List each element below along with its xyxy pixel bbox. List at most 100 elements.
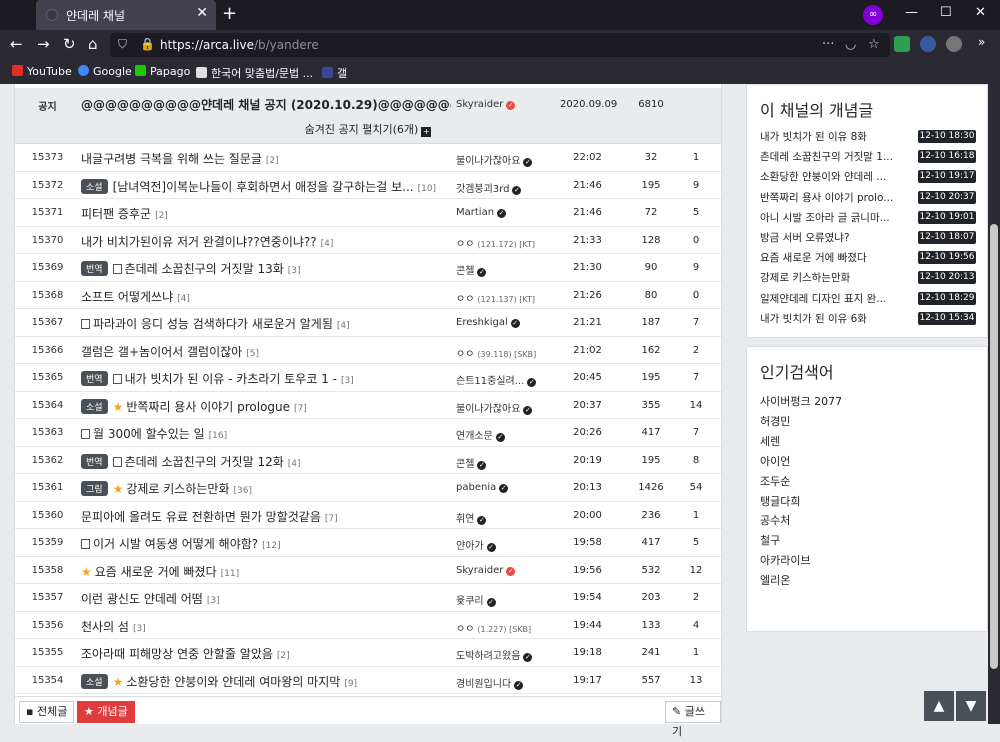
post-title-cell[interactable]: 소프트 어떻게쓰냐 [4] (81, 288, 451, 305)
post-title[interactable]: 이런 광신도 얀데레 어떰 (81, 592, 203, 606)
post-title[interactable]: [남녀역전]이복눈나들이 후회하면서 애정을 갈구하는걸 보... (113, 180, 414, 194)
post-title-cell[interactable]: 번역 츤데레 소꿉친구의 거짓말 12화 [4] (81, 453, 451, 470)
author-name[interactable]: Skyraider (456, 565, 503, 576)
notice-title[interactable]: @@@@@@@@@@얀데레 채널 공지 (2020.10.29)@@@@@@@@… (81, 96, 451, 113)
hot-post-item[interactable]: 일제얀데레 디자인 표지 완... 12-10 18:29 (760, 291, 976, 309)
post-title-cell[interactable]: 내글구려병 극복을 위해 쓰는 질문글 [2] (81, 150, 451, 167)
keyword-item[interactable]: 탱글다희 (760, 493, 800, 509)
keyword-item[interactable]: 허경민 (760, 413, 790, 429)
post-title-cell[interactable]: 조아라때 피해망상 연중 안할줄 알았음 [2] (81, 645, 451, 662)
post-title-cell[interactable]: 소설 ★ 반쪽짜리 용사 이야기 prologue [7] (81, 398, 451, 415)
post-title-cell[interactable]: 갤럼은 갤+놈이어서 갤럼이잖아 [5] (81, 343, 451, 360)
overflow-menu-icon[interactable]: » (978, 35, 985, 49)
keyword-item[interactable]: 사이버펑크 2077 (760, 393, 842, 409)
post-title-cell[interactable]: 피터팬 증후군 [2] (81, 205, 451, 222)
lock-icon[interactable]: 🔒 (140, 37, 155, 51)
back-icon[interactable]: ← (10, 35, 23, 53)
close-window-icon[interactable]: ✕ (975, 5, 986, 20)
hot-post-item[interactable]: 아니 시발 조아라 글 긁니마... 12-10 19:01 (760, 210, 976, 228)
post-title[interactable]: 문피아에 올려도 유료 전환하면 뭔가 망할것같음 (81, 510, 321, 524)
post-title-cell[interactable]: 내가 비치가된이유 저거 완결이냐??연중이냐?? [4] (81, 233, 451, 250)
post-title[interactable]: 내가 빗치가 된 이유 - 카츠라기 토우코 1 - (125, 372, 337, 386)
author-name[interactable]: 도박하려고왔음 (456, 651, 520, 662)
table-row[interactable]: 15372 소설 [남녀역전]이복눈나들이 후회하면서 애정을 갈구하는걸 보...… (15, 172, 721, 199)
scrollbar-thumb[interactable] (990, 224, 998, 669)
author-name[interactable]: ㅇㅇ (456, 239, 474, 250)
table-row[interactable]: 15363 월 300에 할수있는 일 [16] 연개소문 ✓ 20:26 417 7 (15, 419, 721, 447)
table-row[interactable]: 15361 그림 ★ 강제로 키스하는만화 [36] pabenia ✓ 20:13 1426 5… (15, 474, 721, 502)
author-name[interactable]: 불이나가잖아요 (456, 404, 520, 415)
author-name[interactable]: 연개소문 (456, 431, 493, 442)
hot-post-item[interactable]: 요즘 새로운 거에 빠졌다 12-10 19:56 (760, 250, 976, 268)
hot-post-item[interactable]: 소환당한 얀붕이와 얀데레 ... 12-10 19:17 (760, 169, 976, 187)
author-name[interactable]: 슨트11중실려... (456, 376, 524, 387)
maximize-icon[interactable]: ☐ (940, 5, 952, 20)
new-tab-icon[interactable]: + (222, 3, 237, 24)
author-name[interactable]: ㅇㅇ (456, 624, 474, 635)
more-actions-icon[interactable]: ··· (822, 37, 834, 52)
table-row[interactable]: 15370 내가 비치가된이유 저거 완결이냐??연중이냐?? [4] ㅇㅇ (121.… (15, 227, 721, 254)
table-row[interactable]: 15364 소설 ★ 반쪽짜리 용사 이야기 prologue [7] 불이나가잖아요 ✓ 2… (15, 392, 721, 419)
author-name[interactable]: 갓겜붕괴3rd (456, 184, 509, 195)
table-row[interactable]: 15366 갤럼은 갤+놈이어서 갤럼이잖아 [5] ㅇㅇ (39.118) [SKB]… (15, 337, 721, 364)
author-name[interactable]: Martian (456, 207, 494, 218)
home-icon[interactable]: ⌂ (88, 35, 98, 53)
table-row[interactable]: 15356 천사의 섬 [3] ㅇㅇ (1.227) [SKB] 19:44 133 4 (15, 612, 721, 639)
post-title-cell[interactable]: 이런 광신도 얀데레 어떰 [3] (81, 590, 451, 607)
best-posts-button[interactable]: ★ 개념글 (77, 701, 135, 723)
extension-icon-2[interactable] (946, 36, 962, 52)
bookmark-papago[interactable]: Papago (135, 65, 190, 78)
bookmark-gall[interactable]: 갤 (322, 65, 347, 81)
table-row[interactable]: 15373 내글구려병 극복을 위해 쓰는 질문글 [2] 불이나가잖아요 ✓ 22:02… (15, 144, 721, 172)
post-title[interactable]: 내글구려병 극복을 위해 쓰는 질문글 (81, 152, 262, 166)
author-name[interactable]: Ereshkigal (456, 317, 508, 328)
extension-icon[interactable] (920, 36, 936, 52)
all-posts-button[interactable]: ▪ 전체글 (19, 701, 75, 723)
table-row[interactable]: 15362 번역 츤데레 소꿉친구의 거짓말 12화 [4] 콘첼 ✓ 20:19 195 8 (15, 447, 721, 474)
post-title-cell[interactable]: 소설 ★ 소환당한 얀붕이와 얀데레 여마왕의 마지막 [9] (81, 673, 451, 690)
hot-post-item[interactable]: 츤데레 소꿉친구의 거짓말 1... 12-10 16:18 (760, 149, 976, 167)
author-name[interactable]: 콘첼 (456, 459, 474, 470)
post-title[interactable]: 요즘 새로운 거에 빠졌다 (95, 565, 217, 579)
post-title[interactable]: 월 300에 할수있는 일 (93, 427, 205, 441)
hot-post-item[interactable]: 강제로 키스하는만화 12-10 20:13 (760, 270, 976, 288)
post-title-cell[interactable]: 소설 [남녀역전]이복눈나들이 후회하면서 애정을 갈구하는걸 보... [10] (81, 178, 451, 195)
table-row[interactable]: 15359 이거 시발 여동생 어떻게 해야함? [12] 얀아가 ✓ 19:58 417 5 (15, 529, 721, 557)
post-title[interactable]: 소프트 어떻게쓰냐 (81, 290, 173, 304)
keyword-item[interactable]: 엘리온 (760, 572, 790, 588)
keyword-item[interactable]: 철구 (760, 532, 780, 548)
address-bar[interactable]: ⛉ 🔒 https://arca.live/b/yandere ··· ◡ ☆ (110, 33, 890, 57)
table-row[interactable]: 15360 문피아에 올려도 유료 전환하면 뭔가 망할것같음 [7] 휘연 ✓ 20:0… (15, 502, 721, 529)
post-title-cell[interactable]: 문피아에 올려도 유료 전환하면 뭔가 망할것같음 [7] (81, 508, 451, 525)
browser-tab[interactable]: 얀데레 채널 ✕ (36, 0, 216, 30)
hot-post-item[interactable]: 내가 빗치가 된 이유 8화 12-10 18:30 (760, 129, 976, 147)
post-title[interactable]: 천사의 섬 (81, 620, 129, 634)
post-title[interactable]: 피터팬 증후군 (81, 207, 151, 221)
hot-post-item[interactable]: 내가 빗치가 된 이유 6화 12-10 15:34 (760, 311, 976, 329)
author-name[interactable]: ㅇㅇ (456, 294, 474, 305)
scroll-up-button[interactable]: ▲ (924, 691, 954, 721)
author-name[interactable]: 경비원입니다 (456, 679, 511, 690)
post-title-cell[interactable]: 월 300에 할수있는 일 [16] (81, 425, 451, 442)
author-name[interactable]: ㅇㅇ (456, 349, 474, 360)
table-row[interactable]: 15368 소프트 어떻게쓰냐 [4] ㅇㅇ (121.137) [KT] 21:26 80… (15, 282, 721, 309)
keyword-item[interactable]: 조두순 (760, 473, 790, 489)
table-row[interactable]: 15355 조아라때 피해망상 연중 안할줄 알았음 [2] 도박하려고왔음 ✓ 19:1… (15, 639, 721, 667)
reload-icon[interactable]: ↻ (63, 35, 76, 53)
post-title-cell[interactable]: 그림 ★ 강제로 키스하는만화 [36] (81, 480, 451, 497)
write-button[interactable]: ✎ 글쓰기 (665, 701, 721, 738)
adblock-extension-icon[interactable] (894, 36, 910, 52)
author-name[interactable]: 불이나가잖아요 (456, 156, 520, 167)
bookmark-star-icon[interactable]: ☆ (868, 37, 880, 52)
table-row[interactable]: 15365 번역 내가 빗치가 된 이유 - 카츠라기 토우코 1 - [3] 슨트11… (15, 364, 721, 392)
post-title[interactable]: 반쪽짜리 용사 이야기 prologue (126, 400, 290, 414)
post-title[interactable]: 소환당한 얀붕이와 얀데레 여마왕의 마지막 (126, 675, 340, 689)
author-name[interactable]: 얀아가 (456, 541, 484, 552)
author-name[interactable]: 윷쿠리 (456, 596, 484, 607)
notice-row[interactable]: 공지 @@@@@@@@@@얀데레 채널 공지 (2020.10.29)@@@@@… (15, 88, 721, 118)
table-row[interactable]: 15358 ★ 요즘 새로운 거에 빠졌다 [11] Skyraider ✓ 19:56 53… (15, 557, 721, 584)
author-name[interactable]: pabenia (456, 482, 496, 493)
bookmark-google[interactable]: Google (78, 65, 132, 78)
post-title-cell[interactable]: 천사의 섬 [3] (81, 618, 451, 635)
close-tab-icon[interactable]: ✕ (196, 5, 208, 21)
